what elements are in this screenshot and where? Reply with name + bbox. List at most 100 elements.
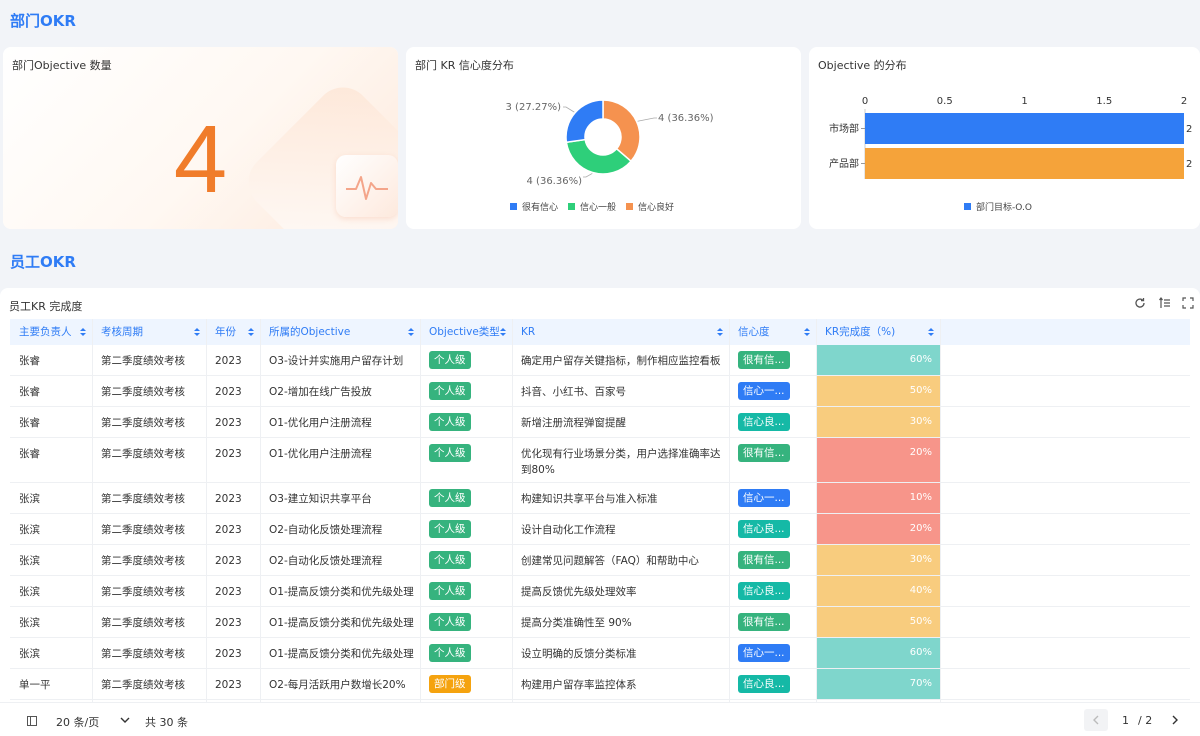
x-tick-label: 2 <box>1181 96 1187 107</box>
legend-item[interactable]: 信心一般 <box>568 200 616 213</box>
cell-objective: O2-每月活跃用户数增长20% <box>269 679 406 691</box>
cell-owner: 张滨 <box>19 617 40 629</box>
cell-owner: 张滨 <box>19 586 40 598</box>
x-tick-label: 1 <box>1021 96 1027 107</box>
cell-period: 第二季度绩效考核 <box>101 524 185 536</box>
donut-data-label: 3 (27.27%) <box>506 102 562 113</box>
cell-year: 2023 <box>215 679 242 691</box>
prev-page-button[interactable] <box>1084 709 1108 731</box>
table-row[interactable]: 张睿 第二季度绩效考核 2023 O2-增加在线广告投放 个人级 抖音、小红书、百家号 信心… <box>10 376 1190 407</box>
table-row[interactable]: 张滨 第二季度绩效考核 2023 O1-提高反馈分类和优先级处理 个人级 提高反馈优先级处… <box>10 576 1190 607</box>
cell-owner: 张滨 <box>19 493 40 505</box>
cell-kr-line: 创建常见问题解答（FAQ）和帮助中心 <box>521 555 699 567</box>
cell-kr: 提高反馈优先级处理效率 <box>512 576 729 600</box>
cell-objective: O1-优化用户注册流程 <box>269 448 372 460</box>
table-row[interactable]: 张滨 第二季度绩效考核 2023 O2-自动化反馈处理流程 个人级 创建常见问题解答（FA… <box>10 545 1190 576</box>
column-divider <box>816 319 817 702</box>
table-row[interactable]: 张睿 第二季度绩效考核 2023 O1-优化用户注册流程 个人级 新增注册流程弹窗提醒 信心… <box>10 407 1190 438</box>
progress-cell: 50% <box>816 376 940 406</box>
cell-kr: 设计自动化工作流程 <box>512 514 729 538</box>
table-row[interactable]: 张睿 第二季度绩效考核 2023 O3-设计并实施用户留存计划 个人级 确定用户留存关键指… <box>10 345 1190 376</box>
cell-owner: 张滨 <box>19 524 40 536</box>
objective-type-tag: 个人级 <box>429 489 471 507</box>
progress-cell: 10% <box>816 483 940 513</box>
cell-kr: 设立明确的反馈分类标准 <box>512 638 729 662</box>
donut-data-label: 4 (36.36%) <box>527 176 583 187</box>
bar-产品部[interactable] <box>865 148 1184 179</box>
cell-kr-line: 确定用户留存关键指标，制作相应监控看板 <box>521 355 721 367</box>
donut-slice-很有信心[interactable] <box>565 99 604 144</box>
objective-type-tag: 个人级 <box>429 444 471 462</box>
bar-市场部[interactable] <box>865 113 1184 144</box>
cell-kr-line: 设计自动化工作流程 <box>521 524 616 536</box>
progress-cell: 30% <box>816 545 940 575</box>
cell-year: 2023 <box>215 355 242 367</box>
cell-kr: 创建常见问题解答（FAQ）和帮助中心 <box>512 545 729 569</box>
objective-type-tag: 个人级 <box>429 582 471 600</box>
kpi-value: 4 <box>173 106 228 213</box>
donut-leader-line <box>637 117 657 122</box>
column-divider <box>512 319 513 702</box>
cell-objective: O3-建立知识共享平台 <box>269 493 372 505</box>
confidence-tag: 很有信... <box>738 551 790 569</box>
cell-period: 第二季度绩效考核 <box>101 493 185 505</box>
cell-kr: 构建用户留存率监控体系 <box>512 669 729 693</box>
progress-cell: 50% <box>816 607 940 637</box>
objective-type-tag: 个人级 <box>429 613 471 631</box>
progress-cell: 20% <box>816 438 940 482</box>
cell-objective: O1-提高反馈分类和优先级处理 <box>269 648 414 660</box>
cell-year: 2023 <box>215 493 242 505</box>
bar-value-label: 2 <box>1186 159 1192 170</box>
confidence-tag: 信心良... <box>738 582 790 600</box>
cell-objective: O1-提高反馈分类和优先级处理 <box>269 586 414 598</box>
confidence-tag: 信心一... <box>738 489 790 507</box>
hbar-legend: 部门目标-O.O <box>964 200 1032 213</box>
y-category-label: 产品部 <box>829 157 859 170</box>
kpi-card: 部门Objective 数量 4 <box>3 47 398 229</box>
current-page[interactable]: 1 <box>1122 714 1129 727</box>
cell-year: 2023 <box>215 417 242 429</box>
objective-type-tag: 个人级 <box>429 382 471 400</box>
cell-period: 第二季度绩效考核 <box>101 586 185 598</box>
table-row[interactable]: 张滨 第二季度绩效考核 2023 O1-提高反馈分类和优先级处理 个人级 设立明确的反馈分… <box>10 638 1190 669</box>
dept-okr-title: 部门OKR <box>10 12 76 30</box>
cell-period: 第二季度绩效考核 <box>101 386 185 398</box>
table-row[interactable]: 单一平 第二季度绩效考核 2023 O2-每月活跃用户数增长20% 部门级 构建用户留存率… <box>10 669 1190 700</box>
column-settings-icon[interactable] <box>27 716 37 726</box>
progress-cell: 60% <box>816 345 940 375</box>
objective-type-tag: 个人级 <box>429 644 471 662</box>
table-row[interactable]: 张滨 第二季度绩效考核 2023 O2-自动化反馈处理流程 个人级 设计自动化工作流程 信心… <box>10 514 1190 545</box>
confidence-tag: 信心一... <box>738 382 790 400</box>
table-row[interactable]: 张滨 第二季度绩效考核 2023 O3-建立知识共享平台 个人级 构建知识共享平台与准入标… <box>10 483 1190 514</box>
cell-year: 2023 <box>215 386 242 398</box>
next-page-button[interactable] <box>1171 715 1179 725</box>
table-card: 员工KR 完成度 主要负责人 考核周期 年份 所属的Objective Obje… <box>0 288 1200 736</box>
cell-kr-line: 新增注册流程弹窗提醒 <box>521 417 626 429</box>
table-row[interactable]: 张睿 第二季度绩效考核 2023 O1-优化用户注册流程 个人级 优化现有行业场景分类，用… <box>10 438 1190 483</box>
cell-kr-line: 抖音、小红书、百家号 <box>521 386 626 398</box>
page-size-select[interactable]: 20 条/页 <box>56 714 99 730</box>
donut-data-label: 4 (36.36%) <box>658 113 714 124</box>
table-row[interactable]: 张滨 第二季度绩效考核 2023 O1-提高反馈分类和优先级处理 个人级 提高分类准确性至… <box>10 607 1190 638</box>
donut-card: 部门 KR 信心度分布 3 (27.27%) 4 (36.36%) 4 (36.36… <box>406 47 801 229</box>
cell-kr-line: 构建用户留存率监控体系 <box>521 679 637 691</box>
cell-year: 2023 <box>215 555 242 567</box>
bar-value-label: 2 <box>1186 124 1192 135</box>
legend-item[interactable]: 部门目标-O.O <box>964 200 1032 213</box>
cell-period: 第二季度绩效考核 <box>101 555 185 567</box>
cell-year: 2023 <box>215 586 242 598</box>
confidence-tag: 很有信... <box>738 613 790 631</box>
legend-item[interactable]: 很有信心 <box>510 200 558 213</box>
cell-objective: O1-优化用户注册流程 <box>269 417 372 429</box>
cell-period: 第二季度绩效考核 <box>101 417 185 429</box>
cell-kr-line: 构建知识共享平台与准入标准 <box>521 493 658 505</box>
cell-kr: 提高分类准确性至 90% <box>512 607 729 631</box>
x-tick-label: 0.5 <box>937 96 953 107</box>
legend-item[interactable]: 信心良好 <box>626 200 674 213</box>
column-divider <box>940 319 941 702</box>
cell-objective: O2-自动化反馈处理流程 <box>269 555 383 567</box>
cell-objective: O1-提高反馈分类和优先级处理 <box>269 617 414 629</box>
cell-objective: O2-自动化反馈处理流程 <box>269 524 383 536</box>
cell-owner: 单一平 <box>19 679 51 691</box>
chevron-down-icon[interactable] <box>120 717 130 724</box>
